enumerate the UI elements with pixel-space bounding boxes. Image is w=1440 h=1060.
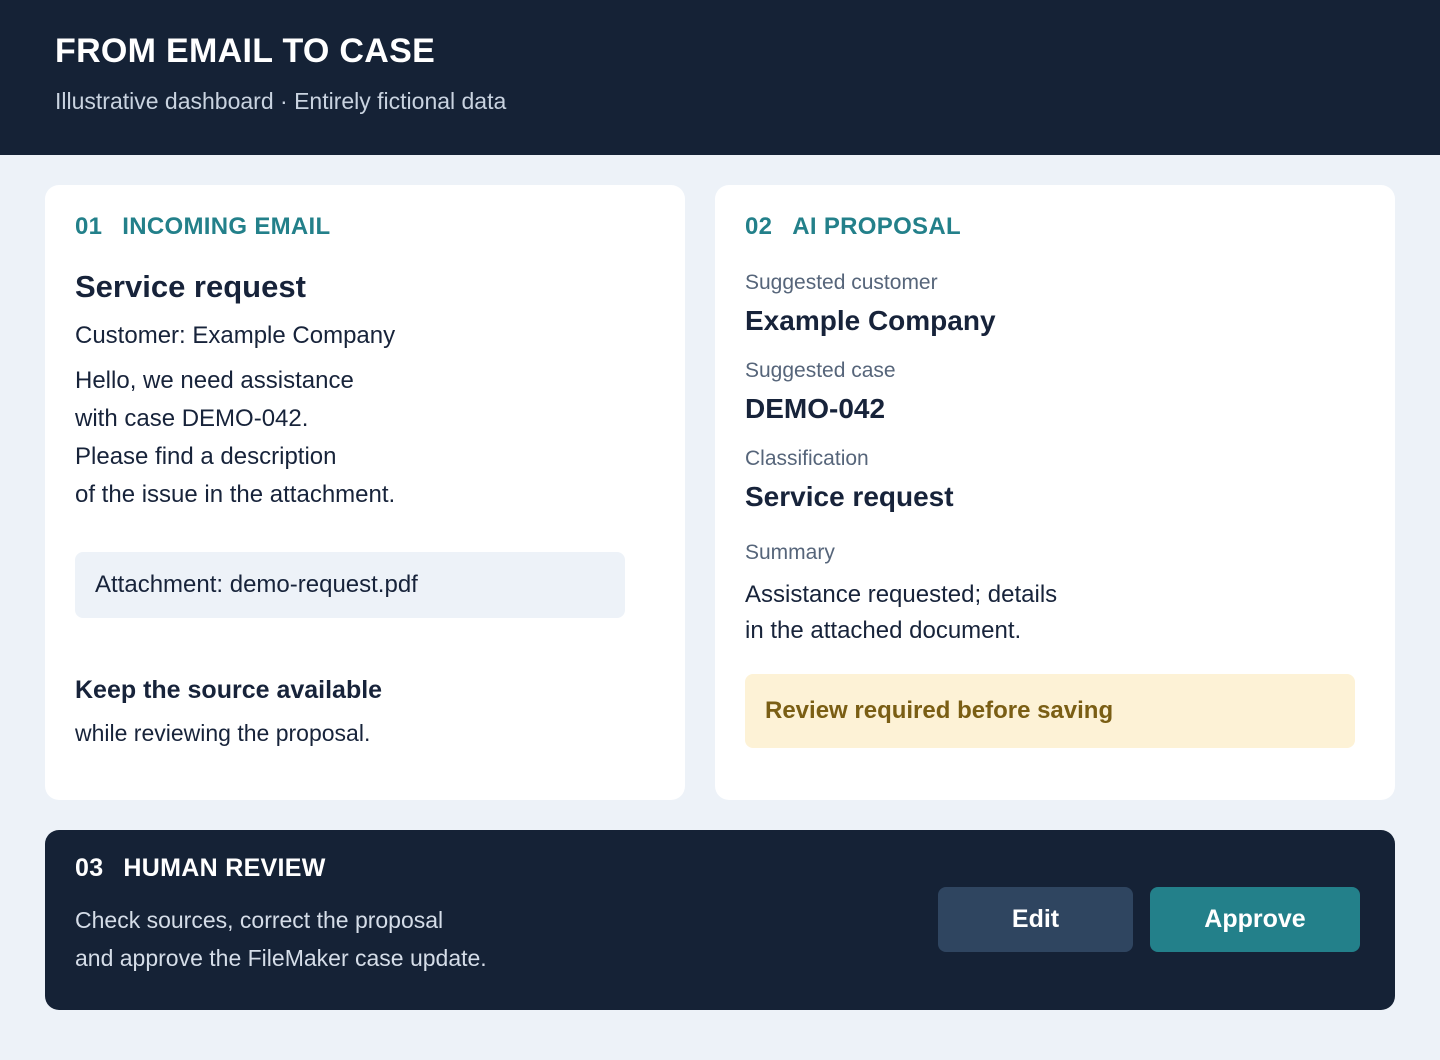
- summary-line: in the attached document.: [745, 617, 1022, 644]
- incoming-email-card: 01 INCOMING EMAIL Service request Custome…: [45, 185, 685, 800]
- human-review-text: Check sources, correct the proposal and …: [75, 901, 487, 977]
- keep-source-title: Keep the source available: [75, 676, 383, 704]
- section-number: 01: [75, 213, 103, 240]
- summary-label: Summary: [745, 541, 835, 564]
- email-body-line: with case DEMO-042.: [75, 405, 309, 432]
- summary-line: Assistance requested; details: [745, 581, 1058, 608]
- suggested-case-label: Suggested case: [745, 359, 896, 382]
- summary-text: Assistance requested; details in the att…: [745, 577, 1057, 649]
- email-subject: Service request: [75, 269, 306, 304]
- email-body-line: Hello, we need assistance: [75, 367, 354, 394]
- section-title: AI PROPOSAL: [792, 213, 961, 240]
- classification-value: Service request: [745, 481, 954, 512]
- section-title: HUMAN REVIEW: [123, 854, 326, 882]
- page-header: FROM EMAIL TO CASE Illustrative dashboar…: [0, 0, 1440, 155]
- edit-button[interactable]: Edit: [938, 887, 1133, 952]
- approve-button[interactable]: Approve: [1150, 887, 1360, 952]
- email-body: Hello, we need assistance with case DEMO…: [75, 362, 395, 514]
- ai-proposal-card: 02 AI PROPOSAL Suggested customer Example…: [715, 185, 1395, 800]
- email-customer: Customer: Example Company: [75, 322, 396, 349]
- incoming-email-heading: 01 INCOMING EMAIL: [75, 213, 331, 241]
- review-required-banner: Review required before saving: [745, 674, 1355, 748]
- ai-proposal-heading: 02 AI PROPOSAL: [745, 213, 961, 241]
- human-review-heading: 03 HUMAN REVIEW: [75, 854, 326, 883]
- email-body-line: of the issue in the attachment.: [75, 481, 396, 508]
- keep-source-text: while reviewing the proposal.: [75, 720, 371, 746]
- email-body-line: Please find a description: [75, 443, 337, 470]
- classification-label: Classification: [745, 447, 869, 470]
- suggested-customer-value: Example Company: [745, 305, 996, 336]
- section-number: 03: [75, 854, 104, 882]
- suggested-customer-label: Suggested customer: [745, 271, 938, 294]
- attachment-link[interactable]: Attachment: demo-request.pdf: [75, 552, 625, 618]
- page-subtitle: Illustrative dashboard · Entirely fictio…: [55, 88, 507, 114]
- suggested-case-value: DEMO-042: [745, 393, 886, 424]
- section-title: INCOMING EMAIL: [122, 213, 331, 240]
- human-review-panel: 03 HUMAN REVIEW Check sources, correct th…: [45, 830, 1395, 1010]
- review-text-line: and approve the FileMaker case update.: [75, 945, 487, 971]
- review-text-line: Check sources, correct the proposal: [75, 907, 444, 933]
- page-title: FROM EMAIL TO CASE: [55, 32, 436, 70]
- section-number: 02: [745, 213, 773, 240]
